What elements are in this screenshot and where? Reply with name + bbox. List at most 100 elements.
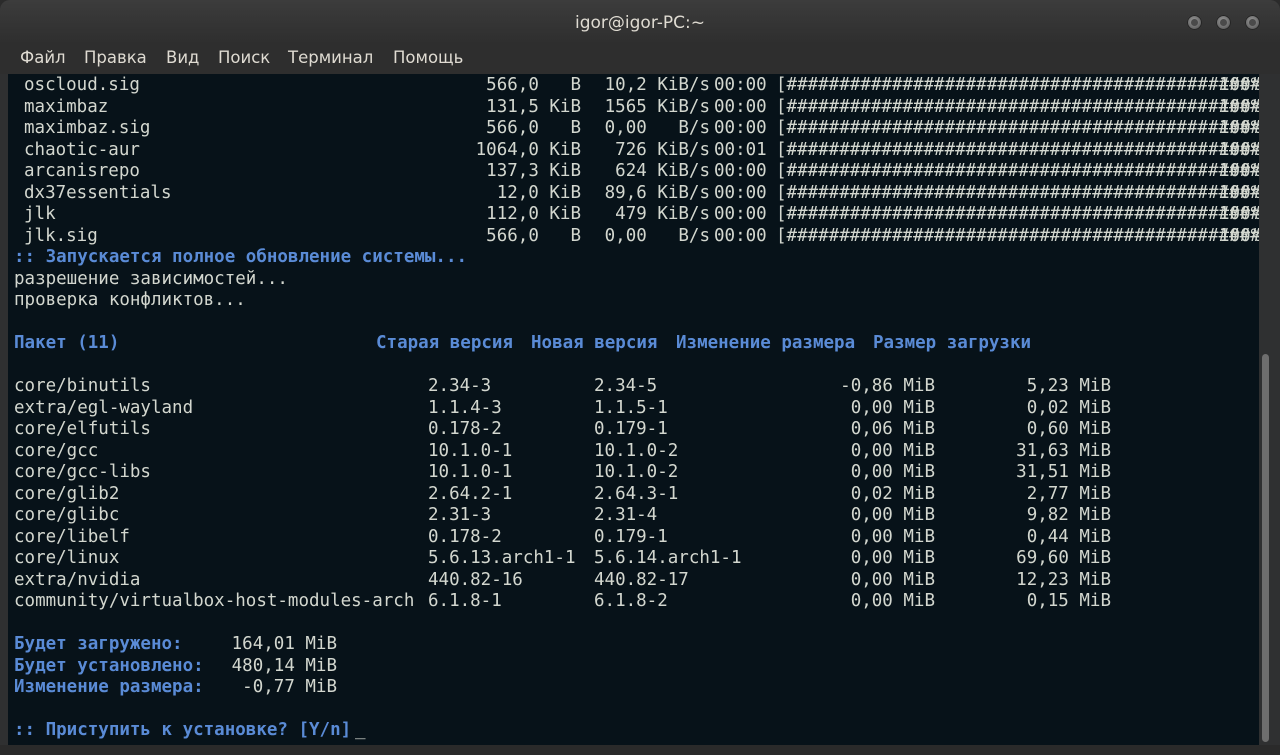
net-change: 0,00 MiB <box>850 462 935 482</box>
menu-help[interactable]: Помощь <box>393 48 463 67</box>
table-row: core/glib2 2.64.2-1 2.64.3-1 0,02 MiB 2,77 M… <box>14 484 1259 506</box>
table-row: core/elfutils 0.178-2 0.179-1 0,06 MiB 0,60 … <box>14 419 1259 441</box>
net-change: 0,00 MiB <box>850 505 935 525</box>
summary-value: 164,01 MiB <box>231 634 337 654</box>
package-name: extra/egl-wayland <box>14 397 194 418</box>
download-percent: 100% <box>1219 225 1259 246</box>
download-time: 00:00 <box>714 75 767 95</box>
menu-terminal[interactable]: Терминал <box>288 48 373 67</box>
table-row: core/gcc 10.1.0-1 10.1.0-2 0,00 MiB 31,63 Mi… <box>14 441 1259 463</box>
new-version: 5.6.14.arch1-1 <box>594 548 742 568</box>
menu-view[interactable]: Вид <box>166 48 199 67</box>
table-row: core/libelf 0.178-2 0.179-1 0,00 MiB 0,44 Mi… <box>14 527 1259 549</box>
header-download-size: Размер загрузки <box>873 333 1032 353</box>
new-version: 0.179-1 <box>594 526 668 547</box>
download-name: maximbaz.sig <box>24 118 151 138</box>
download-speed: 479 KiB/s <box>604 204 710 224</box>
download-progress-bar: [#######################################… <box>776 96 1259 117</box>
summary-value: -0,77 MiB <box>242 677 337 697</box>
menu-edit[interactable]: Правка <box>84 48 147 67</box>
old-version: 2.31-3 <box>428 505 492 525</box>
download-name: dx37essentials <box>24 182 172 203</box>
table-row: core/glibc 2.31-3 2.31-4 0,00 MiB 9,82 MiB <box>14 505 1259 527</box>
download-progress-bar: [#######################################… <box>776 161 1259 181</box>
download-time: 00:00 <box>714 118 767 138</box>
header-net-change: Изменение размера <box>676 333 856 353</box>
new-version: 2.34-5 <box>594 376 658 396</box>
old-version: 5.6.13.arch1-1 <box>428 548 576 568</box>
table-row: extra/egl-wayland 1.1.4-3 1.1.5-1 0,00 MiB 0… <box>14 398 1259 420</box>
summary-line: Изменение размера: -0,77 MiB <box>14 677 1259 699</box>
download-percent: 100% <box>1219 139 1259 160</box>
download-time: 00:00 <box>714 204 767 224</box>
net-change: 0,00 MiB <box>850 526 935 547</box>
close-icon[interactable] <box>1245 15 1260 30</box>
table-header: Пакет (11) Старая версия Новая версия Измен… <box>14 333 1259 355</box>
net-change: -0,86 MiB <box>840 376 935 396</box>
download-name: chaotic-aur <box>24 139 140 160</box>
download-time: 00:00 <box>714 96 767 117</box>
download-percent: 100% <box>1219 182 1259 203</box>
old-version: 440.82-16 <box>428 569 523 590</box>
old-version: 2.64.2-1 <box>428 483 513 504</box>
net-change: 0,06 MiB <box>850 419 935 439</box>
download-time: 00:00 <box>714 225 767 246</box>
download-line: maximbaz 131,5 KiB 1565 KiB/s 00:00 [#######… <box>14 97 1259 119</box>
download-size: 131,5 KiB <box>486 96 581 117</box>
download-size: 0,15 MiB <box>1026 591 1111 611</box>
minimize-icon[interactable] <box>1187 15 1202 30</box>
package-name: core/libelf <box>14 526 130 547</box>
download-speed: 624 KiB/s <box>604 161 710 181</box>
download-speed: 0,00 B/s <box>604 118 710 138</box>
conflicts-message: проверка конфликтов... <box>14 290 246 310</box>
summary-label: Изменение размера: <box>14 677 204 697</box>
menu-file[interactable]: Файл <box>20 48 66 67</box>
download-size: 137,3 KiB <box>486 161 581 181</box>
download-line: dx37essentials 12,0 KiB 89,6 KiB/s 00:00 [##… <box>14 183 1259 205</box>
download-size: 9,82 MiB <box>1026 505 1111 525</box>
download-progress-bar: [#######################################… <box>776 75 1259 95</box>
download-size: 566,0 B <box>486 75 581 95</box>
download-percent: 100% <box>1219 161 1259 181</box>
net-change: 0,00 MiB <box>850 591 935 611</box>
new-version: 440.82-17 <box>594 569 689 590</box>
download-line: jlk 112,0 KiB 479 KiB/s 00:00 [############… <box>14 204 1259 226</box>
download-name: jlk <box>24 204 56 224</box>
download-time: 00:00 <box>714 161 767 181</box>
package-name: core/gcc-libs <box>14 462 151 482</box>
download-speed: 89,6 KiB/s <box>604 182 710 203</box>
download-line: maximbaz.sig 566,0 B 0,00 B/s 00:00 [#######… <box>14 118 1259 140</box>
menu-search[interactable]: Поиск <box>218 48 270 67</box>
old-version: 2.34-3 <box>428 376 492 396</box>
package-name: core/elfutils <box>14 419 151 439</box>
maximize-icon[interactable] <box>1216 15 1231 30</box>
download-name: maximbaz <box>24 96 109 117</box>
old-version: 6.1.8-1 <box>428 591 502 611</box>
header-new-version: Новая версия <box>531 333 658 353</box>
header-package: Пакет (11) <box>14 333 120 353</box>
download-size: 566,0 B <box>486 225 581 246</box>
window-title: igor@igor-PC:~ <box>575 13 705 33</box>
table-row: community/virtualbox-host-modules-arch 6.… <box>14 591 1259 613</box>
summary-label: Будет загружено: <box>14 634 183 654</box>
summary-line: Будет установлено: 480,14 MiB <box>14 656 1259 678</box>
net-change: 0,00 MiB <box>850 548 935 568</box>
table-row: core/linux 5.6.13.arch1-1 5.6.14.arch1-1 0,… <box>14 548 1259 570</box>
download-speed: 1565 KiB/s <box>604 96 710 117</box>
menu-bar: Файл Правка Вид Поиск Терминал Помощь <box>0 44 1280 74</box>
new-version: 10.1.0-2 <box>594 440 679 461</box>
download-progress-bar: [#######################################… <box>776 139 1259 160</box>
scrollbar[interactable] <box>1259 74 1272 745</box>
download-line: oscloud.sig 566,0 B 10,2 KiB/s 00:00 [######… <box>14 75 1259 97</box>
download-percent: 100% <box>1219 118 1259 138</box>
upgrade-message: :: Запускается полное обновление системы… <box>14 247 468 267</box>
download-progress-bar: [#######################################… <box>776 204 1259 224</box>
scrollbar-thumb[interactable] <box>1262 354 1269 742</box>
download-size: 0,44 MiB <box>1026 526 1111 547</box>
title-bar[interactable]: igor@igor-PC:~ <box>0 0 1280 44</box>
terminal-output[interactable]: oscloud.sig 566,0 B 10,2 KiB/s 00:00 [######… <box>8 74 1259 745</box>
download-size: 0,02 MiB <box>1026 397 1111 418</box>
old-version: 0.178-2 <box>428 526 502 547</box>
package-name: core/glibc <box>14 505 120 525</box>
download-name: oscloud.sig <box>24 75 140 95</box>
